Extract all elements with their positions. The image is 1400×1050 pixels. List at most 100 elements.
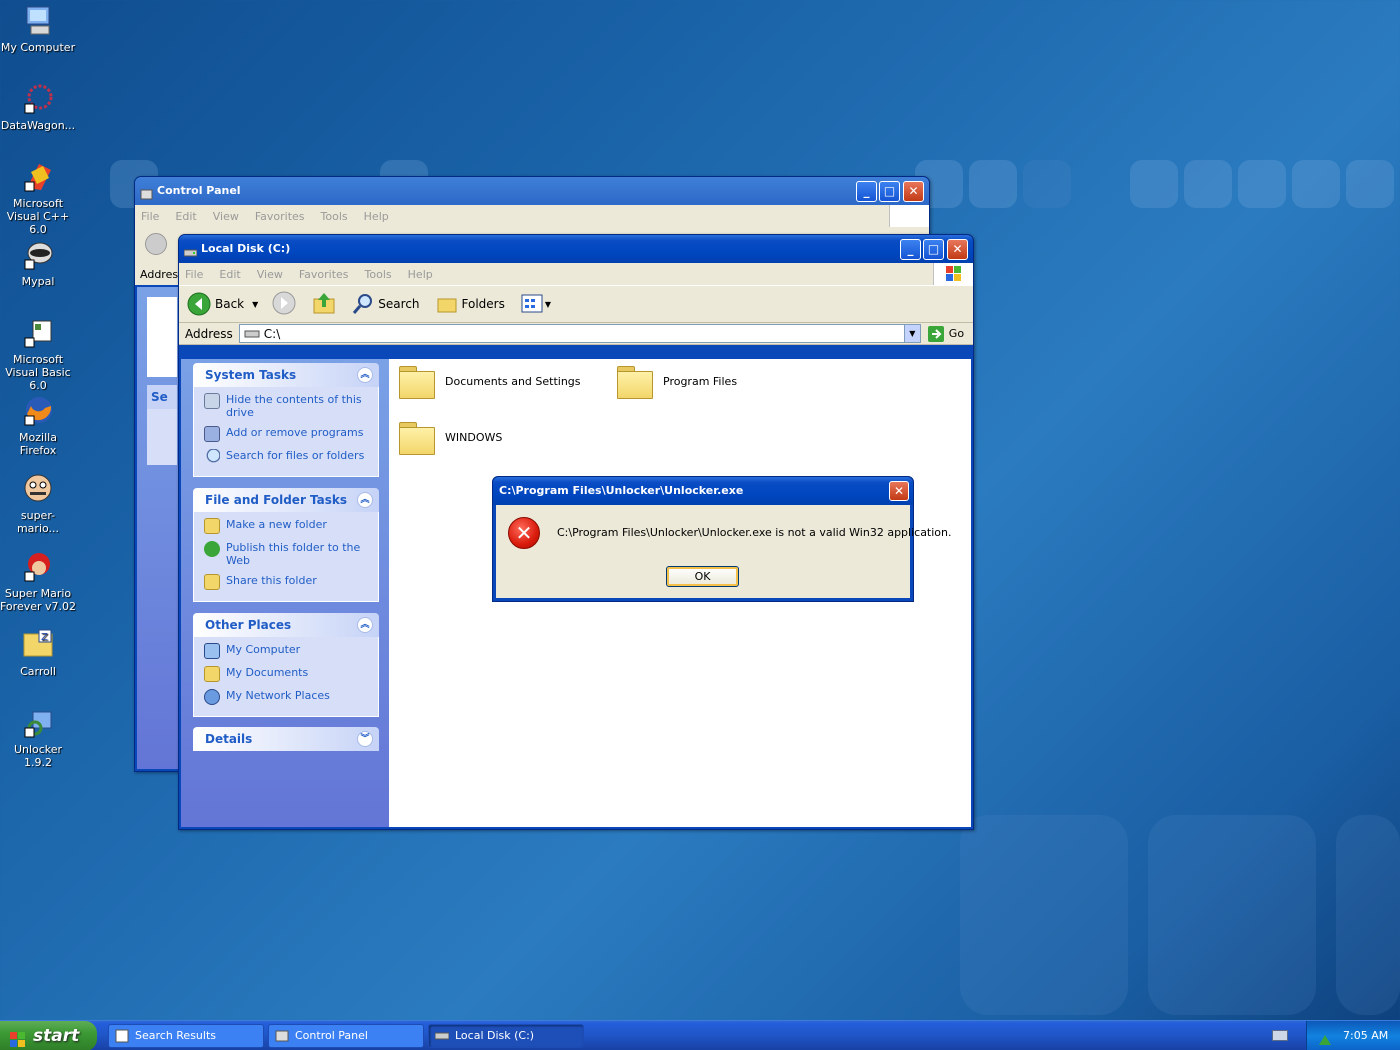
menu-favorites[interactable]: Favorites	[255, 210, 305, 223]
menu-favorites[interactable]: Favorites	[299, 268, 349, 281]
menu-help[interactable]: Help	[364, 210, 389, 223]
details-header[interactable]: Details ︾	[193, 727, 379, 751]
desktop-icon-label: DataWagon...	[0, 119, 76, 132]
share-folder-link[interactable]: Share this folder	[204, 574, 372, 590]
menu-help[interactable]: Help	[408, 268, 433, 281]
keyboard-icon[interactable]	[1272, 1030, 1288, 1041]
publish-to-web-link[interactable]: Publish this folder to the Web	[204, 541, 372, 567]
folder-item[interactable]: WINDOWS	[397, 415, 502, 459]
desktop-icon-visual-basic[interactable]: Microsoft Visual Basic 6.0	[0, 316, 76, 392]
link-label: Publish this folder to the Web	[226, 541, 361, 567]
hide-drive-contents-link[interactable]: Hide the contents of this drive	[204, 393, 372, 419]
folder-item[interactable]: Documents and Settings	[397, 359, 581, 403]
search-files-link[interactable]: Search for files or folders	[204, 449, 372, 465]
minimize-button[interactable]: _	[856, 181, 877, 202]
menu-edit[interactable]: Edit	[219, 268, 240, 281]
maximize-button[interactable]: □	[923, 239, 944, 260]
see-also-header: Se	[147, 385, 177, 409]
taskbar-item-search-results[interactable]: Search Results	[108, 1024, 264, 1048]
network-tray-icon[interactable]	[1317, 1029, 1333, 1050]
details-panel: Details ︾	[193, 727, 379, 751]
share-folder-icon	[204, 574, 220, 590]
windows-logo	[889, 205, 929, 227]
control-panel-titlebar[interactable]: Control Panel _ □ ✕	[135, 177, 929, 205]
menu-file[interactable]: File	[185, 268, 203, 281]
wallpaper-tile	[1238, 160, 1286, 208]
svg-text:Z: Z	[41, 632, 48, 643]
desktop-icon-visual-cpp[interactable]: Microsoft Visual C++ 6.0	[0, 160, 76, 236]
new-folder-icon	[204, 518, 220, 534]
search-icon	[204, 449, 220, 465]
back-button[interactable]: Back ▼	[187, 292, 258, 316]
make-new-folder-link[interactable]: Make a new folder	[204, 518, 372, 534]
expand-icon[interactable]: ︾	[357, 731, 373, 747]
dialog-titlebar[interactable]: C:\Program Files\Unlocker\Unlocker.exe ✕	[493, 477, 913, 505]
maximize-button[interactable]: □	[879, 181, 900, 202]
control-panel-menubar: File Edit View Favorites Tools Help	[135, 205, 929, 227]
collapse-icon[interactable]: ︽	[357, 492, 373, 508]
folders-icon	[437, 298, 457, 313]
folders-button[interactable]: Folders	[436, 293, 505, 315]
folder-item[interactable]: Program Files	[615, 359, 737, 403]
desktop-icon-mypal[interactable]: Mypal	[0, 238, 76, 288]
menu-tools[interactable]: Tools	[321, 210, 348, 223]
go-button[interactable]: Go	[927, 325, 964, 343]
go-label: Go	[948, 327, 965, 340]
link-label: Search for files or folders	[226, 449, 365, 462]
up-folder-button[interactable]	[312, 291, 336, 318]
desktop-icon-carroll[interactable]: Z Carroll	[0, 628, 76, 678]
taskbar-item-local-disk[interactable]: Local Disk (C:)	[428, 1024, 584, 1048]
system-tasks-header[interactable]: System Tasks ︽	[193, 363, 379, 387]
menu-edit[interactable]: Edit	[175, 210, 196, 223]
search-icon	[353, 294, 373, 314]
folder-name: Program Files	[663, 374, 738, 388]
views-icon	[521, 294, 543, 313]
back-icon[interactable]	[145, 233, 167, 255]
taskbar-item-control-panel[interactable]: Control Panel	[268, 1024, 424, 1048]
back-arrow-icon	[187, 292, 211, 316]
desktop-icon-label: Super Mario Forever v7.02	[0, 587, 77, 613]
menu-view[interactable]: View	[213, 210, 239, 223]
visual-cpp-icon	[21, 160, 55, 194]
menu-view[interactable]: View	[257, 268, 283, 281]
start-button[interactable]: start	[0, 1021, 97, 1050]
back-dropdown-icon[interactable]: ▼	[252, 300, 258, 309]
close-button[interactable]: ✕	[889, 481, 909, 501]
menu-file[interactable]: File	[141, 210, 159, 223]
collapse-icon[interactable]: ︽	[357, 367, 373, 383]
desktop-icon-super-mario[interactable]: super-mario...	[0, 472, 76, 535]
drive-contents-icon	[204, 393, 220, 409]
close-button[interactable]: ✕	[947, 239, 968, 260]
desktop-icon-firefox[interactable]: Mozilla Firefox	[0, 394, 76, 457]
desktop-icon-my-computer[interactable]: My Computer	[0, 4, 76, 54]
collapse-icon[interactable]: ︽	[357, 617, 373, 633]
my-documents-link[interactable]: My Documents	[204, 666, 372, 682]
minimize-button[interactable]: _	[900, 239, 921, 260]
desktop-icon-super-mario-forever[interactable]: Super Mario Forever v7.02	[0, 550, 76, 613]
error-dialog[interactable]: C:\Program Files\Unlocker\Unlocker.exe ✕…	[492, 476, 952, 602]
desktop-icon-unlocker[interactable]: Unlocker 1.9.2	[0, 706, 76, 769]
explorer-titlebar[interactable]: Local Disk (C:) _ □ ✕	[179, 235, 973, 263]
wallpaper-tile	[960, 815, 1128, 1015]
file-folder-tasks-header[interactable]: File and Folder Tasks ︽	[193, 488, 379, 512]
link-label: Make a new folder	[226, 518, 327, 531]
my-network-places-link[interactable]: My Network Places	[204, 689, 372, 705]
views-button[interactable]: ▼	[521, 294, 551, 314]
other-places-panel: Other Places ︽ My Computer My Documents M…	[193, 613, 379, 717]
forward-button[interactable]	[272, 291, 296, 318]
other-places-header[interactable]: Other Places ︽	[193, 613, 379, 637]
my-computer-link[interactable]: My Computer	[204, 643, 372, 659]
unlocker-icon	[21, 706, 55, 740]
address-field[interactable]: C:\ ▼	[238, 324, 921, 343]
clock[interactable]: 7:05 AM	[1343, 1029, 1388, 1042]
menu-tools[interactable]: Tools	[365, 268, 392, 281]
ok-button[interactable]: OK	[666, 566, 739, 587]
desktop-icon-datawagon[interactable]: DataWagon...	[0, 82, 76, 132]
window-title: Local Disk (C:)	[201, 242, 291, 255]
search-button[interactable]: Search	[352, 293, 420, 315]
add-remove-programs-link[interactable]: Add or remove programs	[204, 426, 372, 442]
close-button[interactable]: ✕	[903, 181, 924, 202]
address-dropdown-button[interactable]: ▼	[903, 325, 920, 342]
file-folder-tasks-panel: File and Folder Tasks ︽ Make a new folder…	[193, 488, 379, 602]
datawagon-icon	[21, 82, 55, 116]
